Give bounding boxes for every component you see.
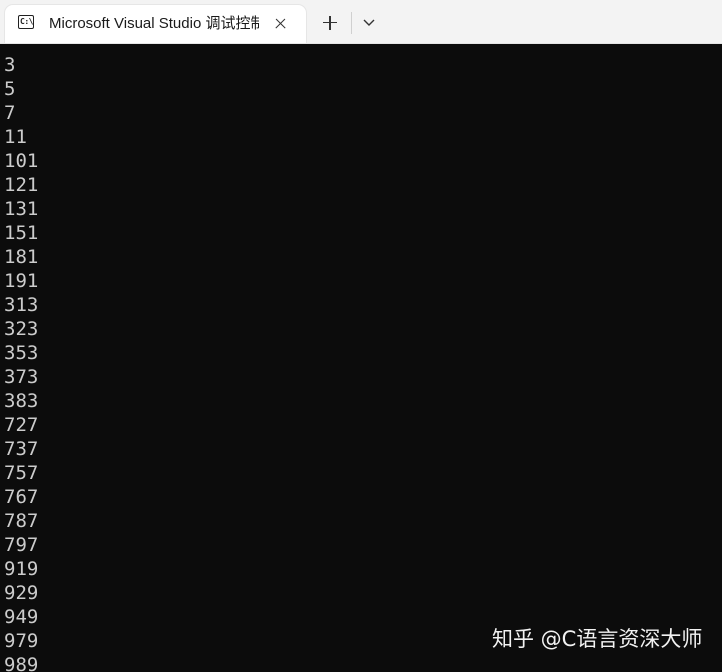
- console-line: 313: [4, 294, 39, 316]
- console-line: 131: [4, 198, 39, 220]
- console-line: 727: [4, 414, 39, 436]
- console-line: 929: [4, 582, 39, 604]
- console-icon: C:\: [18, 15, 34, 29]
- console-line: 757: [4, 462, 39, 484]
- console-line: 919: [4, 558, 39, 580]
- console-line: 11: [4, 126, 27, 148]
- console-line: 181: [4, 246, 39, 268]
- plus-icon[interactable]: [318, 11, 342, 35]
- console-line: 373: [4, 366, 39, 388]
- console-line: 7: [4, 102, 16, 124]
- console-line: 121: [4, 174, 39, 196]
- console-line: 383: [4, 390, 39, 412]
- watermark: 知乎 @C语言资深大师: [492, 627, 703, 651]
- console-line: 797: [4, 534, 39, 556]
- console-line: 5: [4, 78, 16, 100]
- console-line: 3: [4, 54, 16, 76]
- console-output[interactable]: 3 5 7 11 101 121 131 151 181 191 313 323 353 373 383 72…: [0, 44, 722, 672]
- terminal-window: C:\ Microsoft Visual Studio 调试控制台 3 5 7 11 1…: [0, 0, 722, 672]
- close-icon[interactable]: [269, 13, 291, 35]
- toolbar-divider: [351, 12, 352, 34]
- console-line: 151: [4, 222, 39, 244]
- console-line: 787: [4, 510, 39, 532]
- console-line: 949: [4, 606, 39, 628]
- console-line: 353: [4, 342, 39, 364]
- console-line: 989: [4, 654, 39, 672]
- console-line: 323: [4, 318, 39, 340]
- console-line: 979: [4, 630, 39, 652]
- tab-title: Microsoft Visual Studio 调试控制台: [49, 15, 259, 32]
- console-line: 767: [4, 486, 39, 508]
- chevron-down-icon[interactable]: [358, 11, 380, 33]
- console-line: 101: [4, 150, 39, 172]
- console-line: 191: [4, 270, 39, 292]
- console-line: 737: [4, 438, 39, 460]
- title-bar: C:\ Microsoft Visual Studio 调试控制台: [0, 0, 722, 44]
- tab-debug-console[interactable]: C:\ Microsoft Visual Studio 调试控制台: [5, 5, 306, 43]
